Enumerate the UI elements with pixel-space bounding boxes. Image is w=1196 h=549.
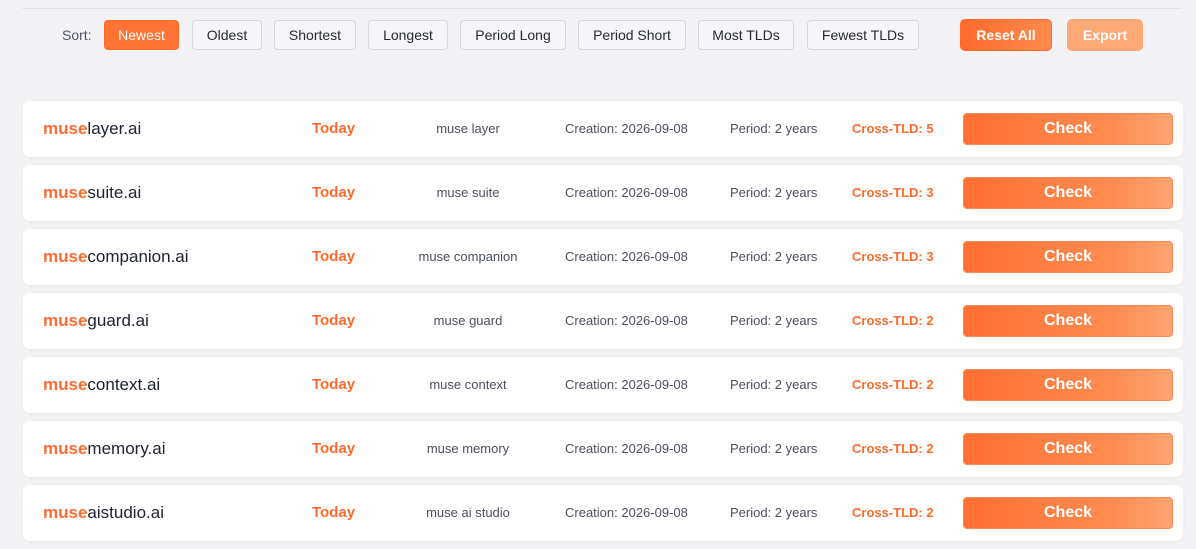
registration-period: Period: 2 years: [730, 441, 818, 456]
keyword-split: muse ai studio: [426, 505, 510, 520]
domain-row: musecompanion.ai Today muse companion Cr…: [23, 229, 1183, 285]
added-date: Today: [312, 376, 356, 393]
domain-suffix: guard.ai: [87, 311, 149, 330]
check-button[interactable]: Check: [963, 433, 1173, 465]
cross-tld-count: Cross-TLD: 2: [852, 377, 934, 392]
domain-name: musememory.ai: [43, 421, 166, 477]
added-date: Today: [312, 184, 356, 201]
cross-tld-count: Cross-TLD: 5: [852, 121, 934, 136]
export-button[interactable]: Export: [1067, 19, 1143, 51]
cross-tld-count: Cross-TLD: 3: [852, 185, 934, 200]
keyword-split: muse companion: [418, 249, 518, 264]
domain-suffix: suite.ai: [87, 183, 142, 202]
domain-row: musecontext.ai Today muse context Creati…: [23, 357, 1183, 413]
registration-period: Period: 2 years: [730, 313, 818, 328]
check-button[interactable]: Check: [963, 369, 1173, 401]
domain-list: muselayer.ai Today muse layer Creation: …: [23, 101, 1183, 549]
domain-row: musesuite.ai Today muse suite Creation: …: [23, 165, 1183, 221]
domain-suffix: aistudio.ai: [87, 503, 164, 522]
cross-tld-count: Cross-TLD: 2: [852, 505, 934, 520]
domain-name: muselayer.ai: [43, 101, 141, 157]
domain-row: musememory.ai Today muse memory Creation…: [23, 421, 1183, 477]
domain-prefix: muse: [43, 311, 88, 330]
added-date: Today: [312, 312, 356, 329]
sort-newest-button[interactable]: Newest: [104, 20, 179, 50]
domain-prefix: muse: [43, 375, 88, 394]
domain-suffix: layer.ai: [87, 119, 142, 138]
cross-tld-count: Cross-TLD: 2: [852, 441, 934, 456]
domain-row: museguard.ai Today muse guard Creation: …: [23, 293, 1183, 349]
domain-name: musecontext.ai: [43, 357, 160, 413]
sort-period-short-button[interactable]: Period Short: [578, 20, 686, 50]
registration-period: Period: 2 years: [730, 377, 818, 392]
cross-tld-count: Cross-TLD: 3: [852, 249, 934, 264]
domain-prefix: muse: [43, 183, 88, 202]
keyword-split: muse memory: [426, 441, 510, 456]
sort-fewest-tlds-button[interactable]: Fewest TLDs: [807, 20, 919, 50]
creation-date: Creation: 2026-09-08: [565, 377, 688, 392]
keyword-split: muse guard: [433, 313, 503, 328]
creation-date: Creation: 2026-09-08: [565, 249, 688, 264]
top-divider: [22, 8, 1182, 9]
check-button[interactable]: Check: [963, 305, 1173, 337]
domain-name: museaistudio.ai: [43, 485, 164, 541]
creation-date: Creation: 2026-09-08: [565, 505, 688, 520]
check-button[interactable]: Check: [963, 241, 1173, 273]
registration-period: Period: 2 years: [730, 505, 818, 520]
creation-date: Creation: 2026-09-08: [565, 185, 688, 200]
creation-date: Creation: 2026-09-08: [565, 121, 688, 136]
domain-name: musesuite.ai: [43, 165, 141, 221]
added-date: Today: [312, 248, 356, 265]
keyword-split: muse layer: [436, 121, 500, 136]
domain-suffix: context.ai: [87, 375, 161, 394]
added-date: Today: [312, 504, 356, 521]
cross-tld-count: Cross-TLD: 2: [852, 313, 934, 328]
check-button[interactable]: Check: [963, 497, 1173, 529]
added-date: Today: [312, 440, 356, 457]
sort-label: Sort:: [62, 27, 92, 43]
domain-prefix: muse: [43, 119, 88, 138]
domain-row: museaistudio.ai Today muse ai studio Cre…: [23, 485, 1183, 541]
keyword-split: muse context: [429, 377, 507, 392]
sort-period-long-button[interactable]: Period Long: [460, 20, 566, 50]
sort-longest-button[interactable]: Longest: [368, 20, 448, 50]
sort-most-tlds-button[interactable]: Most TLDs: [698, 20, 794, 50]
reset-all-button[interactable]: Reset All: [960, 19, 1052, 51]
domain-prefix: muse: [43, 503, 88, 522]
domain-name: museguard.ai: [43, 293, 149, 349]
sort-oldest-button[interactable]: Oldest: [192, 20, 262, 50]
domain-row: muselayer.ai Today muse layer Creation: …: [23, 101, 1183, 157]
creation-date: Creation: 2026-09-08: [565, 441, 688, 456]
keyword-split: muse suite: [436, 185, 500, 200]
domain-suffix: memory.ai: [87, 439, 166, 458]
domain-prefix: muse: [43, 439, 88, 458]
check-button[interactable]: Check: [963, 177, 1173, 209]
sort-toolbar: Sort: Newest Oldest Shortest Longest Per…: [0, 19, 1196, 51]
creation-date: Creation: 2026-09-08: [565, 313, 688, 328]
registration-period: Period: 2 years: [730, 185, 818, 200]
domain-suffix: companion.ai: [87, 247, 189, 266]
domain-prefix: muse: [43, 247, 88, 266]
check-button[interactable]: Check: [963, 113, 1173, 145]
sort-shortest-button[interactable]: Shortest: [274, 20, 356, 50]
added-date: Today: [312, 120, 356, 137]
registration-period: Period: 2 years: [730, 121, 818, 136]
domain-name: musecompanion.ai: [43, 229, 189, 285]
registration-period: Period: 2 years: [730, 249, 818, 264]
